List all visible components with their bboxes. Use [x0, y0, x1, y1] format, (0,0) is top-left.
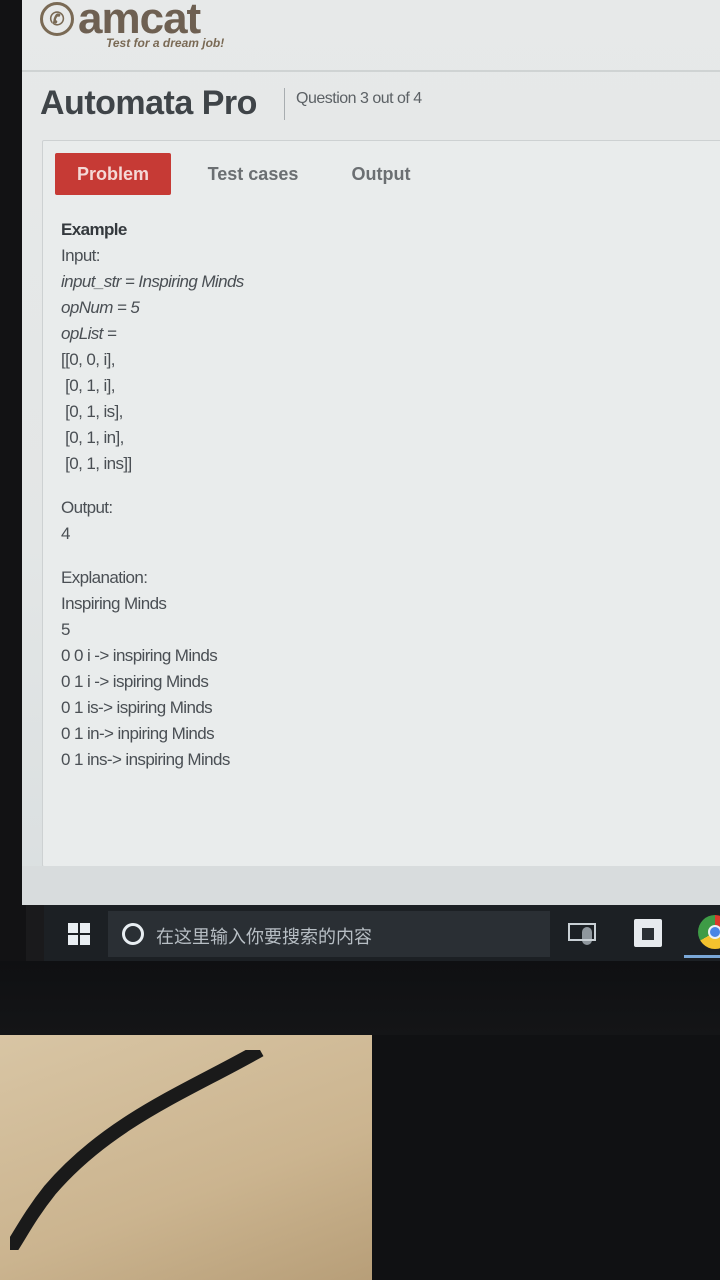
- explanation-line: 5: [61, 620, 70, 639]
- taskbar-search-box[interactable]: 在这里输入你要搜索的内容: [108, 911, 592, 957]
- windows-start-icon[interactable]: [68, 923, 90, 945]
- explanation-line: 0 1 i -> ispiring Minds: [61, 672, 209, 691]
- output-label: Output:: [61, 498, 113, 517]
- brand-tagline: Test for a dream job!: [106, 36, 225, 50]
- explanation-line: Inspiring Minds: [61, 594, 167, 613]
- input-line: input_str = Inspiring Minds: [61, 272, 244, 291]
- explanation-line: 0 1 ins-> inspiring Minds: [61, 750, 230, 769]
- page-footer: [22, 866, 720, 905]
- problem-content: Example Input: input_str = Inspiring Min…: [61, 217, 701, 773]
- problem-panel: Problem Test cases Output Example Input:…: [42, 140, 720, 867]
- tab-bar: Problem Test cases Output: [53, 151, 720, 197]
- input-line: opNum = 5: [61, 298, 140, 317]
- input-line: opList =: [61, 324, 117, 343]
- cable: [10, 1050, 264, 1250]
- search-placeholder: 在这里输入你要搜索的内容: [156, 927, 372, 947]
- oplist-line: [0, 1, is],: [61, 402, 123, 421]
- brand-header: ✆ amcat Test for a dream job!: [36, 0, 336, 56]
- task-view-icon[interactable]: [568, 923, 596, 941]
- tab-problem[interactable]: Problem: [55, 153, 171, 195]
- explanation-line: 0 0 i -> inspiring Minds: [61, 646, 218, 665]
- tab-output[interactable]: Output: [331, 153, 431, 195]
- browser-viewport: ✆ amcat Test for a dream job! Automata P…: [22, 0, 720, 905]
- amcat-logo-icon: ✆: [40, 2, 74, 36]
- title-separator: [284, 88, 285, 120]
- oplist-line: [[0, 0, i],: [61, 350, 115, 369]
- cortana-icon[interactable]: [122, 923, 144, 945]
- windows-taskbar: 在这里输入你要搜索的内容: [44, 905, 720, 961]
- explanation-label: Explanation:: [61, 568, 148, 587]
- chrome-icon[interactable]: [698, 915, 720, 949]
- tab-test-cases[interactable]: Test cases: [183, 153, 323, 195]
- question-counter: Question 3 out of 4: [296, 90, 422, 107]
- active-app-indicator: [684, 955, 720, 958]
- explanation-line: 0 1 in-> inpiring Minds: [61, 724, 215, 743]
- oplist-line: [0, 1, i],: [61, 376, 115, 395]
- monitor-bottom-bezel: [0, 961, 720, 1035]
- monitor-stand-shadow: [372, 1035, 720, 1280]
- store-icon[interactable]: [634, 919, 662, 947]
- output-value: 4: [61, 524, 70, 543]
- header-divider: [22, 70, 720, 72]
- page-title: Automata Pro: [40, 84, 257, 122]
- input-label: Input:: [61, 246, 101, 265]
- example-heading: Example: [61, 220, 127, 239]
- explanation-line: 0 1 is-> ispiring Minds: [61, 698, 213, 717]
- oplist-line: [0, 1, in],: [61, 428, 124, 447]
- oplist-line: [0, 1, ins]]: [61, 454, 132, 473]
